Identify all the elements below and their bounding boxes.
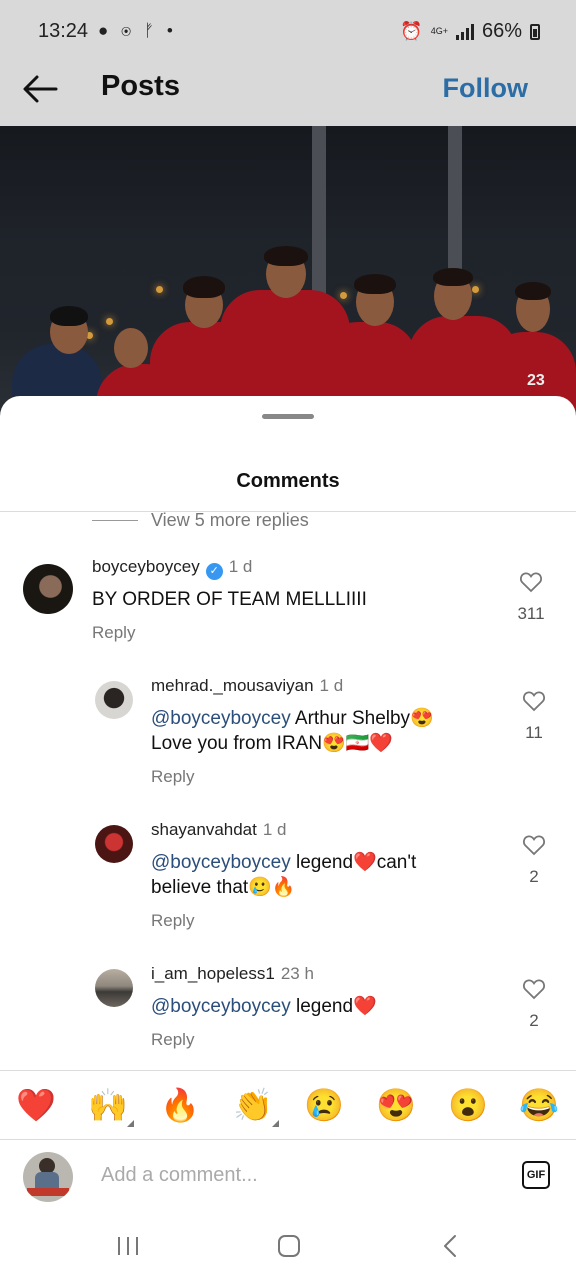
notification-icons: ● ◉ ᚠ •: [98, 21, 177, 40]
comment-time: 1 d: [228, 557, 253, 576]
mention-link[interactable]: @boyceyboycey: [151, 852, 291, 873]
avatar[interactable]: [23, 564, 73, 614]
status-bar: 13:24 ● ◉ ᚠ • ⏰ 4G+ 66%: [0, 0, 576, 64]
heart-icon[interactable]: [522, 978, 546, 1000]
heart-icon[interactable]: [522, 834, 546, 856]
comment-time: 1 d: [319, 676, 344, 695]
reply-button[interactable]: Reply: [151, 1030, 194, 1050]
laughing-emoji-button[interactable]: 😂: [519, 1085, 559, 1125]
comment-time: 1 d: [262, 820, 287, 839]
comment-time: 23 h: [280, 964, 314, 983]
comment-text-line: legend❤️can't: [290, 852, 417, 873]
heart-eyes-emoji-button[interactable]: 😍: [376, 1085, 416, 1125]
post-image: 23: [0, 126, 576, 416]
back-arrow-icon[interactable]: [20, 72, 60, 106]
like-area: 11: [519, 690, 549, 743]
comment-text: @boyceyboycey Arthur Shelby😍 Love you fr…: [151, 706, 434, 756]
view-more-replies-button[interactable]: View 5 more replies: [151, 510, 309, 531]
reply-button[interactable]: Reply: [151, 767, 194, 787]
quick-reactions-bar: ❤️ 🙌 🔥 👏 😢 😍 😮 😂: [0, 1070, 576, 1140]
comment-header: i_am_hopeless1 23 h: [151, 964, 314, 984]
my-avatar: [23, 1152, 73, 1202]
page-title: Posts: [101, 70, 180, 102]
like-area: 2: [519, 834, 549, 887]
comment-text-line: believe that🥲🔥: [151, 877, 296, 898]
comment-header: mehrad._mousaviyan 1 d: [151, 676, 343, 696]
comment-text-line: legend❤️: [290, 996, 377, 1017]
signal-icon: [455, 23, 474, 40]
jersey-number: 23: [527, 372, 545, 389]
comment-text: @boyceyboycey legend❤️can't believe that…: [151, 850, 416, 900]
verified-badge-icon: ✓: [205, 563, 223, 580]
view-replies-line: [92, 520, 138, 521]
like-area: 311: [516, 571, 546, 624]
emoji-glyph: 👏: [233, 1087, 273, 1123]
surprised-emoji-button[interactable]: 😮: [448, 1085, 488, 1125]
comment-text: @boyceyboycey legend❤️: [151, 994, 377, 1019]
comment-composer: GIF: [0, 1140, 576, 1220]
battery-percent: 66%: [481, 20, 522, 42]
like-count: 2: [529, 867, 539, 886]
raising-hands-emoji-button[interactable]: 🙌: [88, 1085, 134, 1127]
mention-link[interactable]: @boyceyboycey: [151, 708, 291, 729]
battery-icon: [530, 23, 540, 40]
reply-button[interactable]: Reply: [92, 623, 135, 643]
heart-emoji-button[interactable]: ❤️: [16, 1085, 56, 1125]
comment-header: boyceyboycey ✓ 1 d: [92, 557, 252, 580]
follow-button[interactable]: Follow: [443, 73, 528, 104]
home-icon[interactable]: [276, 1233, 302, 1259]
gif-button[interactable]: GIF: [522, 1161, 550, 1189]
reply-button[interactable]: Reply: [151, 911, 194, 931]
skin-tone-indicator-icon: [127, 1120, 134, 1127]
skin-tone-indicator-icon: [272, 1120, 279, 1127]
username[interactable]: mehrad._mousaviyan: [151, 676, 314, 695]
top-area: 13:24 ● ◉ ᚠ • ⏰ 4G+ 66% Posts Follow: [0, 0, 576, 126]
clapping-emoji-button[interactable]: 👏: [233, 1085, 279, 1127]
comment-text: BY ORDER OF TEAM MELLLIIII: [92, 589, 367, 610]
avatar[interactable]: [95, 825, 133, 863]
heart-icon[interactable]: [519, 571, 543, 593]
avatar[interactable]: [95, 969, 133, 1007]
status-right: ⏰ 4G+ 66%: [400, 20, 540, 43]
like-count: 311: [517, 604, 545, 623]
header: Posts Follow: [0, 64, 576, 126]
heart-icon[interactable]: [522, 690, 546, 712]
comment-text-line: Love you from IRAN😍🇮🇷❤️: [151, 733, 394, 754]
crying-emoji-button[interactable]: 😢: [304, 1085, 344, 1125]
like-count: 11: [525, 723, 543, 742]
comment-input[interactable]: [101, 1164, 481, 1187]
drag-handle[interactable]: [262, 414, 314, 419]
alarm-icon: ⏰: [400, 21, 423, 41]
like-area: 2: [519, 978, 549, 1031]
username[interactable]: boyceyboycey: [92, 557, 200, 576]
avatar[interactable]: [95, 681, 133, 719]
comment-text-line: Arthur Shelby😍: [290, 708, 434, 729]
like-count: 2: [529, 1011, 539, 1030]
network-type-label: 4G+: [430, 26, 448, 36]
system-nav-bar: [0, 1220, 576, 1280]
fire-emoji-button[interactable]: 🔥: [160, 1085, 200, 1125]
username[interactable]: shayanvahdat: [151, 820, 257, 839]
sheet-title: Comments: [236, 470, 340, 492]
back-nav-icon[interactable]: [440, 1233, 460, 1259]
status-time: 13:24: [38, 20, 89, 42]
comment-header: shayanvahdat 1 d: [151, 820, 287, 840]
mention-link[interactable]: @boyceyboycey: [151, 996, 291, 1017]
recent-apps-icon[interactable]: [116, 1235, 140, 1257]
emoji-glyph: 🙌: [88, 1087, 128, 1123]
username[interactable]: i_am_hopeless1: [151, 964, 275, 983]
